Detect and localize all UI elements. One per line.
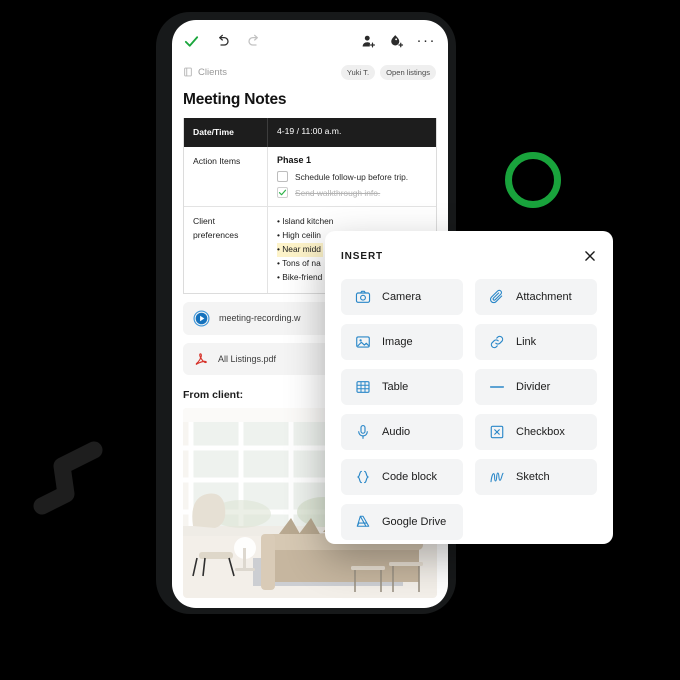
code-block-icon xyxy=(354,469,371,486)
camera-icon xyxy=(354,289,371,306)
insert-panel-header: INSERT xyxy=(341,245,597,267)
checklist-item[interactable]: Schedule follow-up before trip. xyxy=(277,171,428,183)
close-icon[interactable] xyxy=(583,249,597,263)
insert-option-divider[interactable]: Divider xyxy=(475,369,597,405)
table-row-action-items: Action Items Phase 1 Schedule follow-up … xyxy=(184,147,436,208)
table-header-value: 4-19 / 11:00 a.m. xyxy=(277,126,342,136)
breadcrumb-label: Clients xyxy=(198,66,228,78)
checkbox-unchecked-icon[interactable] xyxy=(277,171,288,183)
insert-option-label: Attachment xyxy=(516,291,572,303)
play-circle-icon xyxy=(193,310,210,327)
insert-option-label: Sketch xyxy=(516,471,550,483)
table-row-header: Date/Time 4-19 / 11:00 a.m. xyxy=(184,118,436,148)
pdf-icon xyxy=(195,353,207,365)
insert-option-sketch[interactable]: Sketch xyxy=(475,459,597,495)
check-icon[interactable] xyxy=(183,33,200,50)
insert-option-label: Code block xyxy=(382,471,438,483)
chip-tag[interactable]: Open listings xyxy=(380,64,436,80)
checklist-item[interactable]: Send walkthrough info. xyxy=(277,187,428,199)
add-person-icon[interactable] xyxy=(361,34,376,49)
row-label-client-preferences: Client preferences xyxy=(184,207,268,293)
attachment-name: All Listings.pdf xyxy=(218,353,277,364)
microphone-icon xyxy=(354,424,371,441)
insert-option-label: Divider xyxy=(516,381,551,393)
list-item: • Island kitchen xyxy=(277,215,428,229)
sketch-icon xyxy=(488,469,505,486)
attachment-name: meeting-recording.w xyxy=(219,313,301,324)
checkbox-icon xyxy=(488,424,505,441)
notebook-icon xyxy=(184,67,192,77)
breadcrumb-link-clients[interactable]: Clients xyxy=(183,67,227,78)
phase-label: Phase 1 xyxy=(277,155,312,166)
row-label-action-items: Action Items xyxy=(184,147,268,207)
row-value-action-items: Phase 1 Schedule follow-up before trip. … xyxy=(268,147,436,206)
insert-option-label: Link xyxy=(516,336,537,348)
insert-option-camera[interactable]: Camera xyxy=(341,279,463,315)
insert-option-code-block[interactable]: Code block xyxy=(341,459,463,495)
link-icon xyxy=(488,334,505,351)
green-ring-decoration xyxy=(505,152,561,208)
insert-option-label: Camera xyxy=(382,291,422,303)
insert-option-label: Image xyxy=(382,336,413,348)
page-title: Meeting Notes xyxy=(183,91,287,108)
list-item-text: • High ceilin xyxy=(277,230,321,241)
app-toolbar: ··· xyxy=(172,20,448,62)
google-drive-icon xyxy=(354,514,371,531)
insert-option-audio[interactable]: Audio xyxy=(341,414,463,450)
insert-option-attachment[interactable]: Attachment xyxy=(475,279,597,315)
screenshot-root: ··· Clients Yuki T. Open listings Meetin… xyxy=(0,0,680,680)
zigzag-decoration xyxy=(33,441,103,515)
checklist-label: Send walkthrough info. xyxy=(295,187,381,198)
redo-icon[interactable] xyxy=(246,33,262,49)
attachment-icon xyxy=(488,289,505,306)
more-options-icon[interactable]: ··· xyxy=(417,33,437,48)
list-item-text: • Bike-friend xyxy=(277,272,323,282)
insert-option-google-drive[interactable]: Google Drive xyxy=(341,504,463,540)
chip-assignee[interactable]: Yuki T. xyxy=(340,64,376,80)
undo-icon[interactable] xyxy=(215,33,231,49)
checklist-label: Schedule follow-up before trip. xyxy=(295,171,409,182)
list-item-text: • Island kitchen xyxy=(277,216,334,227)
insert-options-grid: Camera Attachment Image Link Table Divid… xyxy=(341,279,597,540)
breadcrumb: Clients Yuki T. Open listings xyxy=(172,62,448,82)
table-icon xyxy=(354,379,371,396)
list-item-text-highlighted: • Near midd xyxy=(277,243,323,257)
checkbox-checked-icon[interactable] xyxy=(277,187,288,199)
image-icon xyxy=(354,334,371,351)
insert-panel: INSERT Camera Attachment Image Link Tabl… xyxy=(325,231,613,544)
list-item-text: • Tons of na xyxy=(277,258,321,269)
table-header-label: Date/Time xyxy=(184,118,268,148)
insert-option-image[interactable]: Image xyxy=(341,324,463,360)
insert-option-label: Table xyxy=(382,381,409,393)
add-label-icon[interactable] xyxy=(389,34,404,49)
divider-icon xyxy=(488,379,505,396)
insert-option-label: Audio xyxy=(382,426,411,438)
insert-option-link[interactable]: Link xyxy=(475,324,597,360)
insert-panel-title: INSERT xyxy=(341,250,384,262)
insert-option-label: Google Drive xyxy=(382,516,447,528)
insert-option-checkbox[interactable]: Checkbox xyxy=(475,414,597,450)
insert-option-table[interactable]: Table xyxy=(341,369,463,405)
insert-option-label: Checkbox xyxy=(516,426,565,438)
